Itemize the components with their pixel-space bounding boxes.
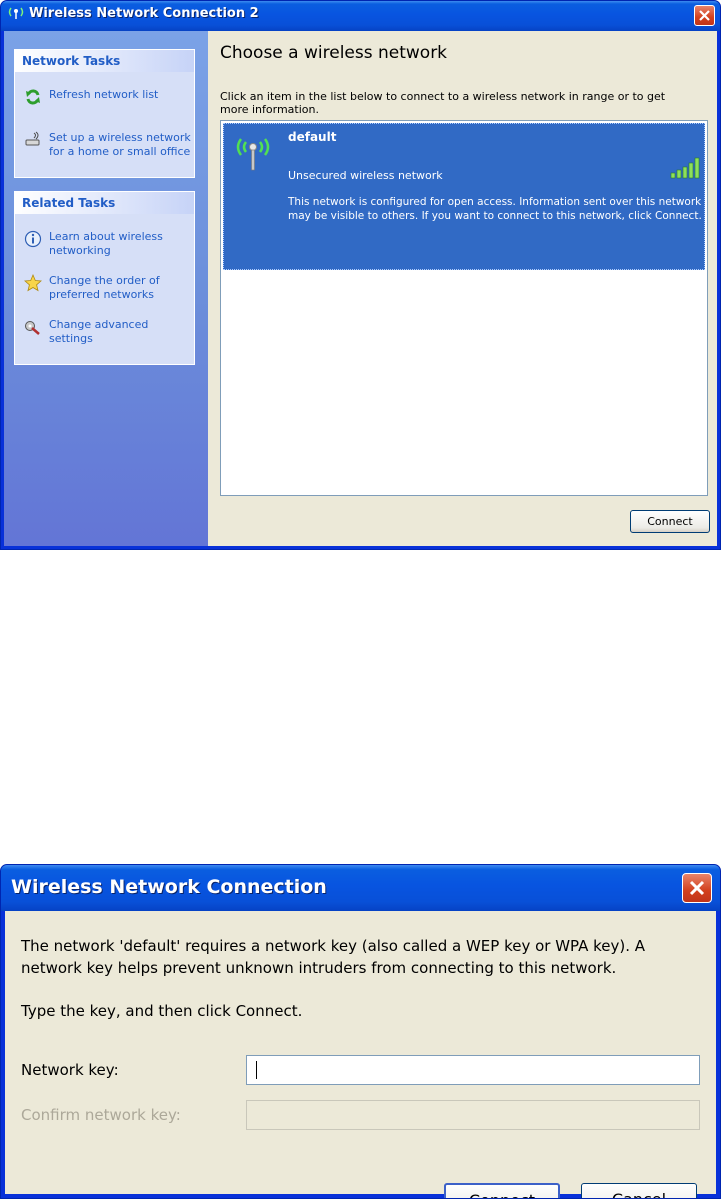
- task-label: Learn about wireless networking: [49, 230, 163, 257]
- network-key-message: The network 'default' requires a network…: [21, 937, 646, 977]
- connect-button[interactable]: Connect: [444, 1183, 560, 1198]
- info-icon: [24, 230, 42, 248]
- wireless-antenna-icon: [8, 7, 24, 19]
- close-button[interactable]: [694, 5, 715, 26]
- related-tasks-panel: Related Tasks Learn about wireless netwo…: [14, 191, 195, 365]
- task-label: Refresh network list: [49, 88, 159, 101]
- cancel-button[interactable]: Cancel: [581, 1183, 697, 1198]
- signal-strength-icon: [670, 157, 700, 179]
- network-list-item[interactable]: default Unsecured wireless network This …: [223, 123, 705, 270]
- window-title: Wireless Network Connection 2: [29, 6, 259, 21]
- instructions-text: Click an item in the list below to conne…: [220, 90, 666, 116]
- network-name: default: [288, 130, 337, 144]
- close-button[interactable]: [682, 873, 712, 903]
- text-caret: [256, 1061, 257, 1079]
- wireless-network-connection-2-window: Wireless Network Connection 2 Network Ta…: [0, 0, 721, 550]
- star-icon: [24, 274, 42, 292]
- dialog-title: Wireless Network Connection: [11, 876, 327, 898]
- settings-icon: [25, 321, 40, 335]
- task-label: Set up a wireless network for a home or …: [49, 131, 191, 158]
- network-tasks-heading: Network Tasks: [15, 50, 194, 72]
- wireless-antenna-icon: [236, 138, 270, 171]
- instruction-text: Type the key, and then click Connect.: [21, 1002, 303, 1020]
- network-key-field[interactable]: [246, 1055, 700, 1085]
- setup-network-icon: [25, 131, 40, 146]
- close-icon: [689, 880, 705, 896]
- network-security: Unsecured wireless network: [288, 169, 443, 182]
- task-label: Change advanced settings: [49, 318, 149, 345]
- task-label: Change the order of preferred networks: [49, 274, 160, 301]
- task-pane: Network Tasks Refresh network list Set u…: [4, 31, 208, 546]
- connect-button[interactable]: Connect: [630, 510, 710, 533]
- window-client-area: Network Tasks Refresh network list Set u…: [4, 31, 717, 546]
- network-key-label: Network key:: [21, 1061, 119, 1079]
- network-list[interactable]: default Unsecured wireless network This …: [220, 120, 708, 496]
- related-tasks-heading: Related Tasks: [15, 192, 194, 214]
- wireless-network-connection-dialog: Wireless Network Connection The network …: [0, 864, 721, 1199]
- title-bar[interactable]: Wireless Network Connection 2: [1, 1, 720, 31]
- dialog-client-area: The network 'default' requires a network…: [5, 911, 716, 1198]
- confirm-network-key-label: Confirm network key:: [21, 1106, 181, 1124]
- title-bar[interactable]: Wireless Network Connection: [1, 865, 720, 911]
- network-description: This network is configured for open acce…: [288, 196, 702, 222]
- refresh-icon: [26, 89, 40, 105]
- network-tasks-panel: Network Tasks Refresh network list Set u…: [14, 49, 195, 178]
- confirm-network-key-field[interactable]: [246, 1100, 700, 1130]
- close-icon: [699, 10, 710, 21]
- page-title: Choose a wireless network: [220, 43, 448, 63]
- main-pane: Choose a wireless network Click an item …: [208, 31, 717, 546]
